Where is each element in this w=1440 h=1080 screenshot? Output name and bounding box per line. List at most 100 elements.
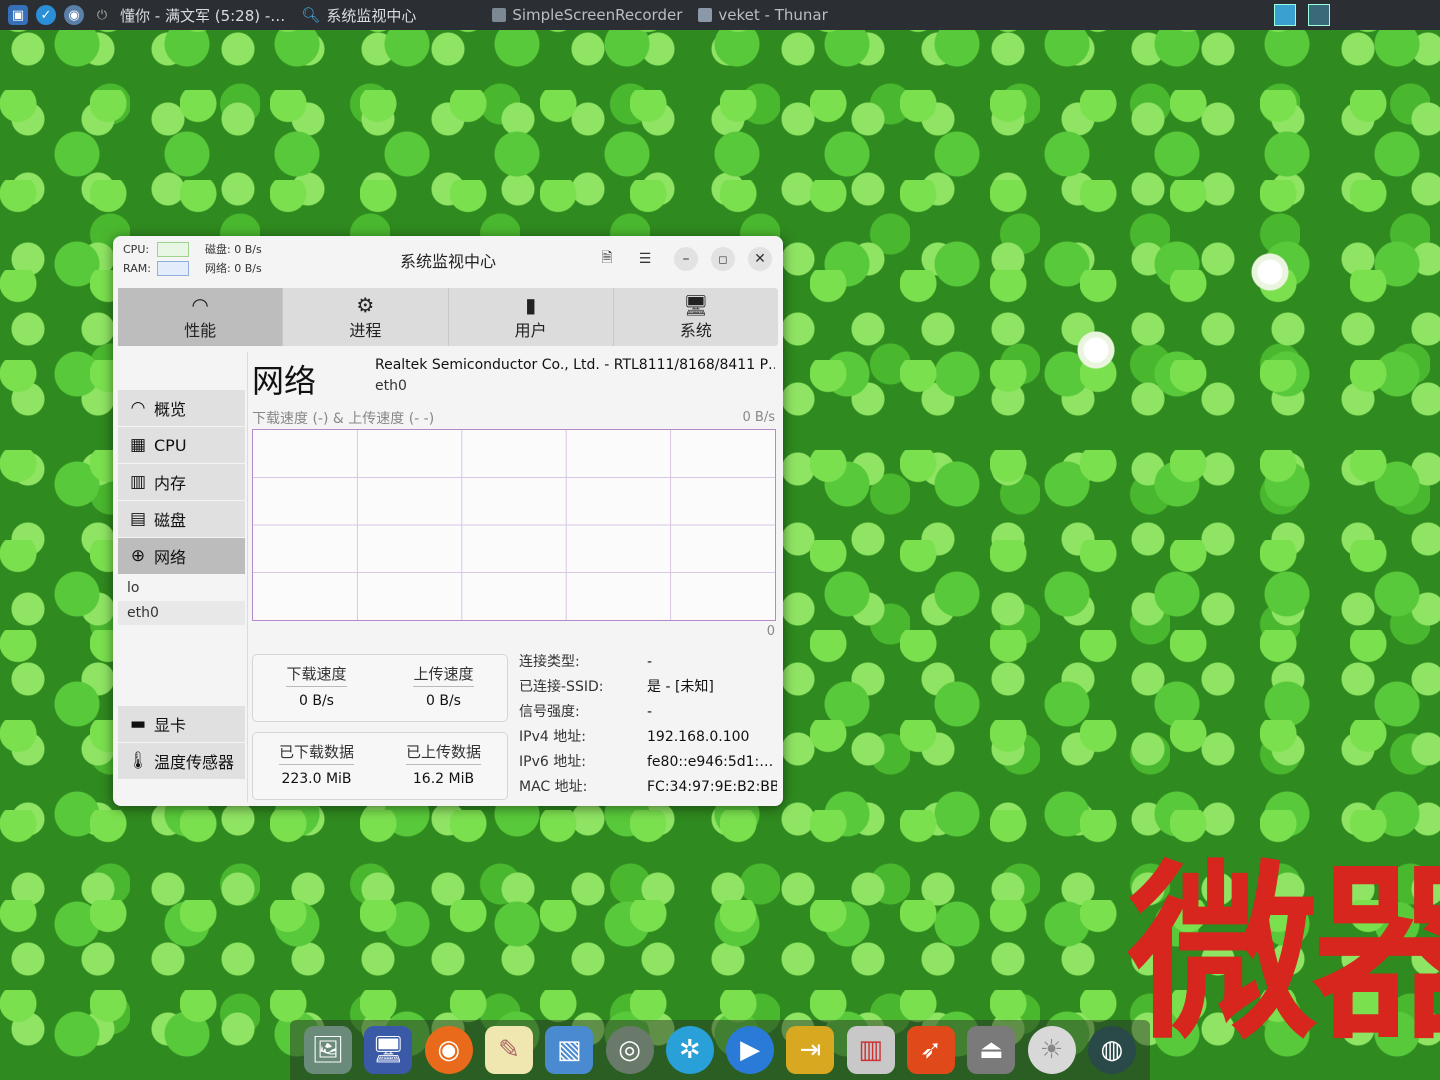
sidebar-item-cpu[interactable]: ▦ CPU <box>118 427 245 463</box>
menu-icon[interactable]: ▣ <box>8 5 28 25</box>
page-title: 网络 <box>252 362 317 400</box>
system-monitor-window: CPU: 磁盘: 0 B/s RAM: 网络: 0 B/s 系统监视中心 🗎 ☰… <box>113 236 783 806</box>
task-thunar[interactable]: veket - Thunar <box>690 0 835 30</box>
downloaded-data-value: 223.0 MiB <box>281 771 352 787</box>
sidebar-item-label: 概览 <box>154 400 187 419</box>
sidebar-subitem-eth0[interactable]: eth0 <box>118 601 245 625</box>
download-speed-value: 0 B/s <box>299 693 334 709</box>
task-label: veket - Thunar <box>718 6 828 24</box>
graph-grid <box>253 430 775 620</box>
media-player-icon[interactable]: ▶ <box>726 1026 775 1074</box>
image-viewer-icon[interactable]: 🖼︎ <box>304 1026 353 1074</box>
power-icon[interactable]: ⏻ <box>92 5 112 25</box>
network-graph <box>252 429 776 621</box>
maximize-icon: ◻ <box>718 252 728 266</box>
window-icon <box>492 8 507 22</box>
sidebar-item-overview[interactable]: ◠ 概览 <box>118 390 245 426</box>
info-row-ipv6: IPv6 地址: fe80::e946:5d1:… <box>519 750 777 775</box>
task-label: 懂你 - 满文军 (5:28) -… <box>120 6 286 25</box>
info-key: IPv4 地址: <box>519 729 586 745</box>
thermometer-icon: 🌡︎ <box>127 751 149 771</box>
sidebar-item-network[interactable]: ⊕ 网络 <box>118 538 245 574</box>
sidebar-item-label: 显卡 <box>154 716 187 735</box>
system-tray <box>1274 4 1330 26</box>
disk-icon: ▤ <box>129 509 147 529</box>
folder-icon <box>698 8 713 22</box>
photo-icon[interactable]: ▧ <box>545 1026 594 1074</box>
monitor-icon: 🖥︎ <box>683 293 709 317</box>
title-bar[interactable]: CPU: 磁盘: 0 B/s RAM: 网络: 0 B/s 系统监视中心 🗎 ☰… <box>113 236 783 284</box>
tab-label: 用户 <box>514 321 547 340</box>
text-editor-icon[interactable]: ✎ <box>484 1026 533 1074</box>
minimize-button[interactable]: – <box>674 247 698 271</box>
info-value: FC:34:97:9E:B2:BB <box>647 779 777 795</box>
info-row-ipv4: IPv4 地址: 192.168.0.100 <box>519 725 777 750</box>
globe-icon: ⊕ <box>130 546 146 566</box>
drive-icon[interactable]: ⏏ <box>967 1026 1016 1074</box>
task-music[interactable]: 懂你 - 满文军 (5:28) -… <box>112 0 293 30</box>
sidebar-item-label: CPU <box>154 435 187 455</box>
bookmark-icon: 🗎 <box>601 250 613 266</box>
info-key: 连接类型: <box>519 654 580 670</box>
graph-max-label: 0 B/s <box>742 410 775 425</box>
computer-icon[interactable]: 🖥︎ <box>364 1026 413 1074</box>
info-key: 已连接-SSID: <box>519 679 604 695</box>
task-system-monitor[interactable]: 🔍︎ 系统监视中心 <box>293 0 424 30</box>
sidebar-item-label: 网络 <box>154 548 187 567</box>
network-icon[interactable]: ✲ <box>665 1026 714 1074</box>
exit-icon[interactable]: ⇥ <box>786 1026 835 1074</box>
hamburger-icon: ☰ <box>638 251 652 267</box>
globe-icon[interactable]: ◉ <box>64 5 84 25</box>
graph-label: 下载速度 (-) & 上传速度 (- -) <box>252 411 435 427</box>
check-icon[interactable]: ✓ <box>36 5 56 25</box>
tab-performance[interactable]: ◠ 性能 <box>118 288 284 346</box>
info-row-signal: 信号强度: - <box>519 700 777 725</box>
tab-label: 性能 <box>184 321 217 340</box>
close-icon: ✕ <box>754 251 766 267</box>
chart-icon[interactable]: ▥ <box>846 1026 895 1074</box>
sidebar-item-gpu[interactable]: ▬ 显卡 <box>118 706 245 742</box>
device-name: Realtek Semiconductor Co., Ltd. - RTL811… <box>375 357 775 373</box>
globe-icon[interactable]: ◍ <box>1087 1026 1136 1074</box>
graph-zero-label: 0 <box>766 624 775 639</box>
main-tabs: ◠ 性能 ⚙ 进程 ▮ 用户 🖥︎ 系统 <box>118 288 778 346</box>
downloaded-data-label: 已下载数据 <box>278 741 354 765</box>
menu-button[interactable]: ☰ <box>633 247 657 271</box>
rocket-icon[interactable]: ➶ <box>906 1026 955 1074</box>
tab-processes[interactable]: ⚙ 进程 <box>283 288 449 346</box>
info-value: - <box>647 704 653 720</box>
sidebar-item-label: 磁盘 <box>154 511 187 530</box>
data-box: 已下载数据 223.0 MiB 已上传数据 16.2 MiB <box>252 732 508 800</box>
monitor-graph-icon[interactable] <box>1308 4 1330 26</box>
upload-speed-value: 0 B/s <box>426 693 461 709</box>
sidebar-item-label: 内存 <box>154 474 187 493</box>
sidebar-divider <box>247 352 248 802</box>
maximize-button[interactable]: ◻ <box>711 247 735 271</box>
sidebar-subitem-lo[interactable]: lo <box>118 576 245 600</box>
bookmark-button[interactable]: 🗎 <box>595 247 619 271</box>
minimize-icon: – <box>682 251 690 267</box>
sidebar: ◠ 概览 ▦ CPU ▥ 内存 ▤ 磁盘 ⊕ 网络 lo eth0 ▬ 显卡 🌡… <box>118 352 245 802</box>
settings-sun-icon[interactable]: ☀ <box>1027 1026 1076 1074</box>
gpu-icon: ▬ <box>129 714 147 734</box>
tab-label: 进程 <box>349 321 382 340</box>
upload-speed-label: 上传速度 <box>413 663 474 687</box>
task-screen-recorder[interactable]: SimpleScreenRecorder <box>484 0 690 30</box>
disc-icon[interactable]: ◎ <box>605 1026 654 1074</box>
tab-system[interactable]: 🖥︎ 系统 <box>614 288 778 346</box>
screen-icon[interactable] <box>1274 4 1296 26</box>
firefox-icon[interactable]: ◉ <box>424 1026 473 1074</box>
info-key: IPv6 地址: <box>519 754 586 770</box>
desktop-overlay-text: 微器 <box>1128 844 1440 1065</box>
sidebar-item-sensors[interactable]: 🌡︎ 温度传感器 <box>118 743 245 779</box>
info-value: 192.168.0.100 <box>647 729 750 745</box>
tab-label: 系统 <box>679 321 712 340</box>
tab-users[interactable]: ▮ 用户 <box>449 288 614 346</box>
info-row-type: 连接类型: - <box>519 650 777 675</box>
sidebar-item-memory[interactable]: ▥ 内存 <box>118 464 245 500</box>
close-button[interactable]: ✕ <box>748 247 772 271</box>
sidebar-item-disk[interactable]: ▤ 磁盘 <box>118 501 245 537</box>
speed-box: 下载速度 0 B/s 上传速度 0 B/s <box>252 654 508 722</box>
cpu-icon: ▦ <box>129 435 147 455</box>
clover-flower <box>1250 252 1290 292</box>
